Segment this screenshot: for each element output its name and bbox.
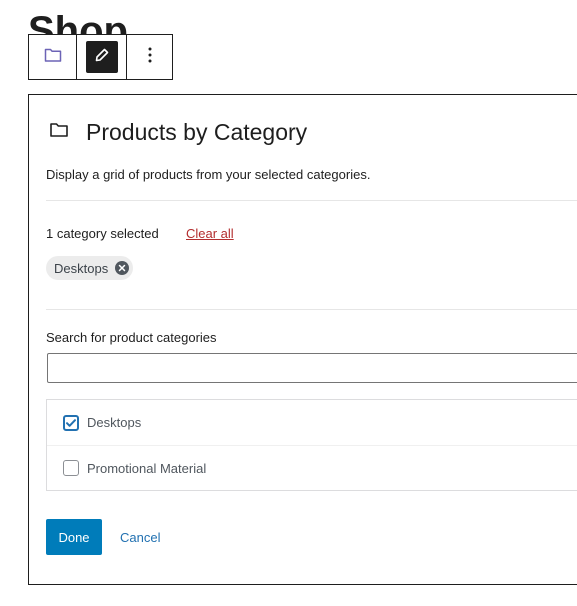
remove-chip-button[interactable] — [115, 261, 130, 275]
category-label: Promotional Material — [87, 460, 207, 476]
page-title: Shop — [28, 9, 128, 36]
chip-label: Desktops — [54, 260, 109, 276]
more-vertical-icon — [142, 46, 158, 69]
divider — [46, 200, 577, 201]
folder-icon — [43, 45, 63, 70]
checkbox-checked[interactable] — [63, 414, 79, 431]
category-label: Desktops — [87, 415, 142, 430]
more-options-button[interactable] — [127, 35, 172, 79]
category-item-desktops[interactable]: Desktops — [47, 400, 577, 445]
selected-chip-desktops: Desktops — [46, 256, 134, 280]
clear-all-link[interactable]: Clear all — [186, 226, 234, 241]
search-input[interactable] — [47, 353, 577, 383]
done-button[interactable]: Done — [46, 519, 102, 555]
panel-description: Display a grid of products from your sel… — [46, 167, 371, 182]
close-icon — [118, 264, 126, 272]
block-placeholder-panel: Products by Category Display a grid of p… — [28, 94, 577, 585]
selected-count: 1 category selected — [46, 226, 159, 241]
category-item-promotional-material[interactable]: Promotional Material — [47, 445, 577, 490]
block-type-button[interactable] — [29, 35, 77, 79]
block-toolbar — [28, 34, 173, 80]
check-icon — [66, 418, 76, 427]
cancel-button[interactable]: Cancel — [112, 519, 168, 555]
edit-button[interactable] — [77, 35, 127, 79]
folder-icon — [48, 119, 70, 146]
panel-title: Products by Category — [86, 119, 308, 145]
category-list: Desktops Promotional Material — [46, 399, 577, 491]
search-label: Search for product categories — [46, 330, 217, 345]
checkbox-unchecked[interactable] — [63, 460, 79, 476]
pencil-icon — [94, 47, 110, 68]
divider — [46, 309, 577, 310]
panel-header: Products by Category — [48, 119, 307, 146]
